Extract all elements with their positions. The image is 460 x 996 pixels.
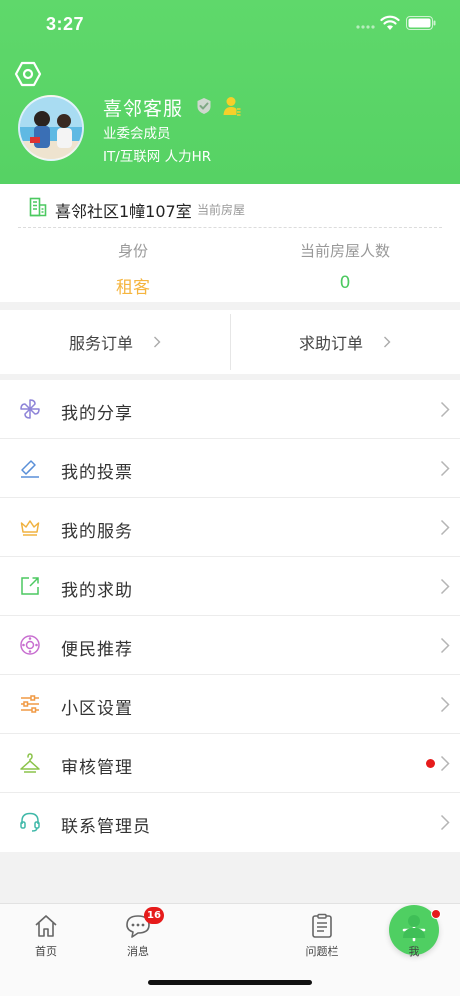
lifebuoy-icon [20,635,40,655]
avatar[interactable] [18,95,84,161]
clipboard-icon [312,913,332,938]
tab-label: 问题栏 [305,945,339,958]
community-name[interactable]: 喜邻社区1幢107室 [55,198,192,222]
menu-item-my-shares[interactable]: 我的分享 [0,380,460,439]
menu-label: 小区设置 [61,699,133,719]
menu-item-recommendations[interactable]: 便民推荐 [0,616,460,675]
ticket-icon [21,460,39,478]
identity-stat: 身份 租客 [43,240,223,298]
menu-item-contact-admin[interactable]: 联系管理员 [0,793,460,852]
menu-item-community-settings[interactable]: 小区设置 [0,675,460,734]
user-role: 业委会成员 [103,126,171,142]
sliders-icon [21,695,39,713]
menu-label: 我的投票 [61,463,133,483]
tab-add[interactable] [184,904,439,964]
tab-me[interactable]: 我 [368,904,460,964]
menu-item-my-help[interactable]: 我的求助 [0,557,460,616]
hanger-icon [20,753,40,773]
pinwheel-icon [20,399,40,419]
chevron-right-icon [440,814,450,831]
orders-row: 服务订单 求助订单 [0,310,460,374]
residents-value: 0 [339,273,351,293]
help-orders-label: 求助订单 [298,334,363,353]
chevron-right-icon [440,755,450,772]
status-bar: 3:27 [0,0,460,50]
residents-label: 当前房屋人数 [299,242,390,260]
notification-dot [426,759,435,768]
status-time: 3:27 [46,14,85,34]
chevron-right-icon [440,519,450,536]
menu-item-my-services[interactable]: 我的服务 [0,498,460,557]
menu-label: 联系管理员 [61,817,151,837]
residents-stat: 当前房屋人数 0 [255,240,435,293]
settings-icon[interactable] [14,60,42,88]
profile-header: 3:27 喜邻客服 业委会成员 IT/互联网 人力HR [0,0,460,184]
house-card: 喜邻社区1幢107室 当前房屋 身份 租客 当前房屋人数 0 [0,184,460,302]
menu-label: 我的分享 [61,404,133,424]
chevron-right-icon [384,336,391,348]
divider [18,227,442,228]
menu-item-my-votes[interactable]: 我的投票 [0,439,460,498]
identity-value: 租客 [116,278,150,298]
help-orders-button[interactable]: 求助订单 [230,310,460,374]
current-house-tag: 当前房屋 [197,203,246,217]
chevron-right-icon [440,460,450,477]
signal-icon [356,25,375,29]
menu-list: 我的分享 我的投票 我的服务 我的求助 便民推荐 小区设置 审核管理 联系管理员 [0,380,460,852]
home-icon [35,915,57,937]
wifi-icon [380,15,400,30]
chevron-right-icon [154,336,161,348]
tab-label: 我 [408,945,420,958]
building-icon [29,197,47,217]
user-tags: IT/互联网 人力HR [103,149,212,165]
identity-label: 身份 [117,242,148,260]
service-orders-label: 服务订单 [68,334,133,353]
verified-badge-icon [197,98,211,114]
home-indicator [148,980,312,985]
owner-badge-icon [223,97,241,116]
notification-dot [431,909,441,919]
menu-label: 便民推荐 [61,640,133,660]
tab-label: 消息 [127,945,149,958]
menu-label: 审核管理 [61,758,133,778]
menu-label: 我的求助 [61,581,133,601]
external-link-icon [21,577,39,595]
tab-messages[interactable]: 16 消息 [92,904,184,964]
message-badge: 16 [144,907,164,924]
menu-item-review-management[interactable]: 审核管理 [0,734,460,793]
chevron-right-icon [440,696,450,713]
tab-home[interactable]: 首页 [0,904,92,964]
menu-label: 我的服务 [61,522,133,542]
battery-icon [406,16,436,30]
crown-icon [20,520,40,536]
avatar-photo [20,97,82,159]
tab-issues[interactable]: 问题栏 [276,904,368,964]
chevron-right-icon [440,401,450,418]
chevron-right-icon [440,637,450,654]
headset-icon [20,812,40,832]
user-icon [403,915,425,938]
service-orders-button[interactable]: 服务订单 [0,310,230,374]
tab-label: 首页 [35,945,57,958]
user-name: 喜邻客服 [103,98,184,120]
chevron-right-icon [440,578,450,595]
